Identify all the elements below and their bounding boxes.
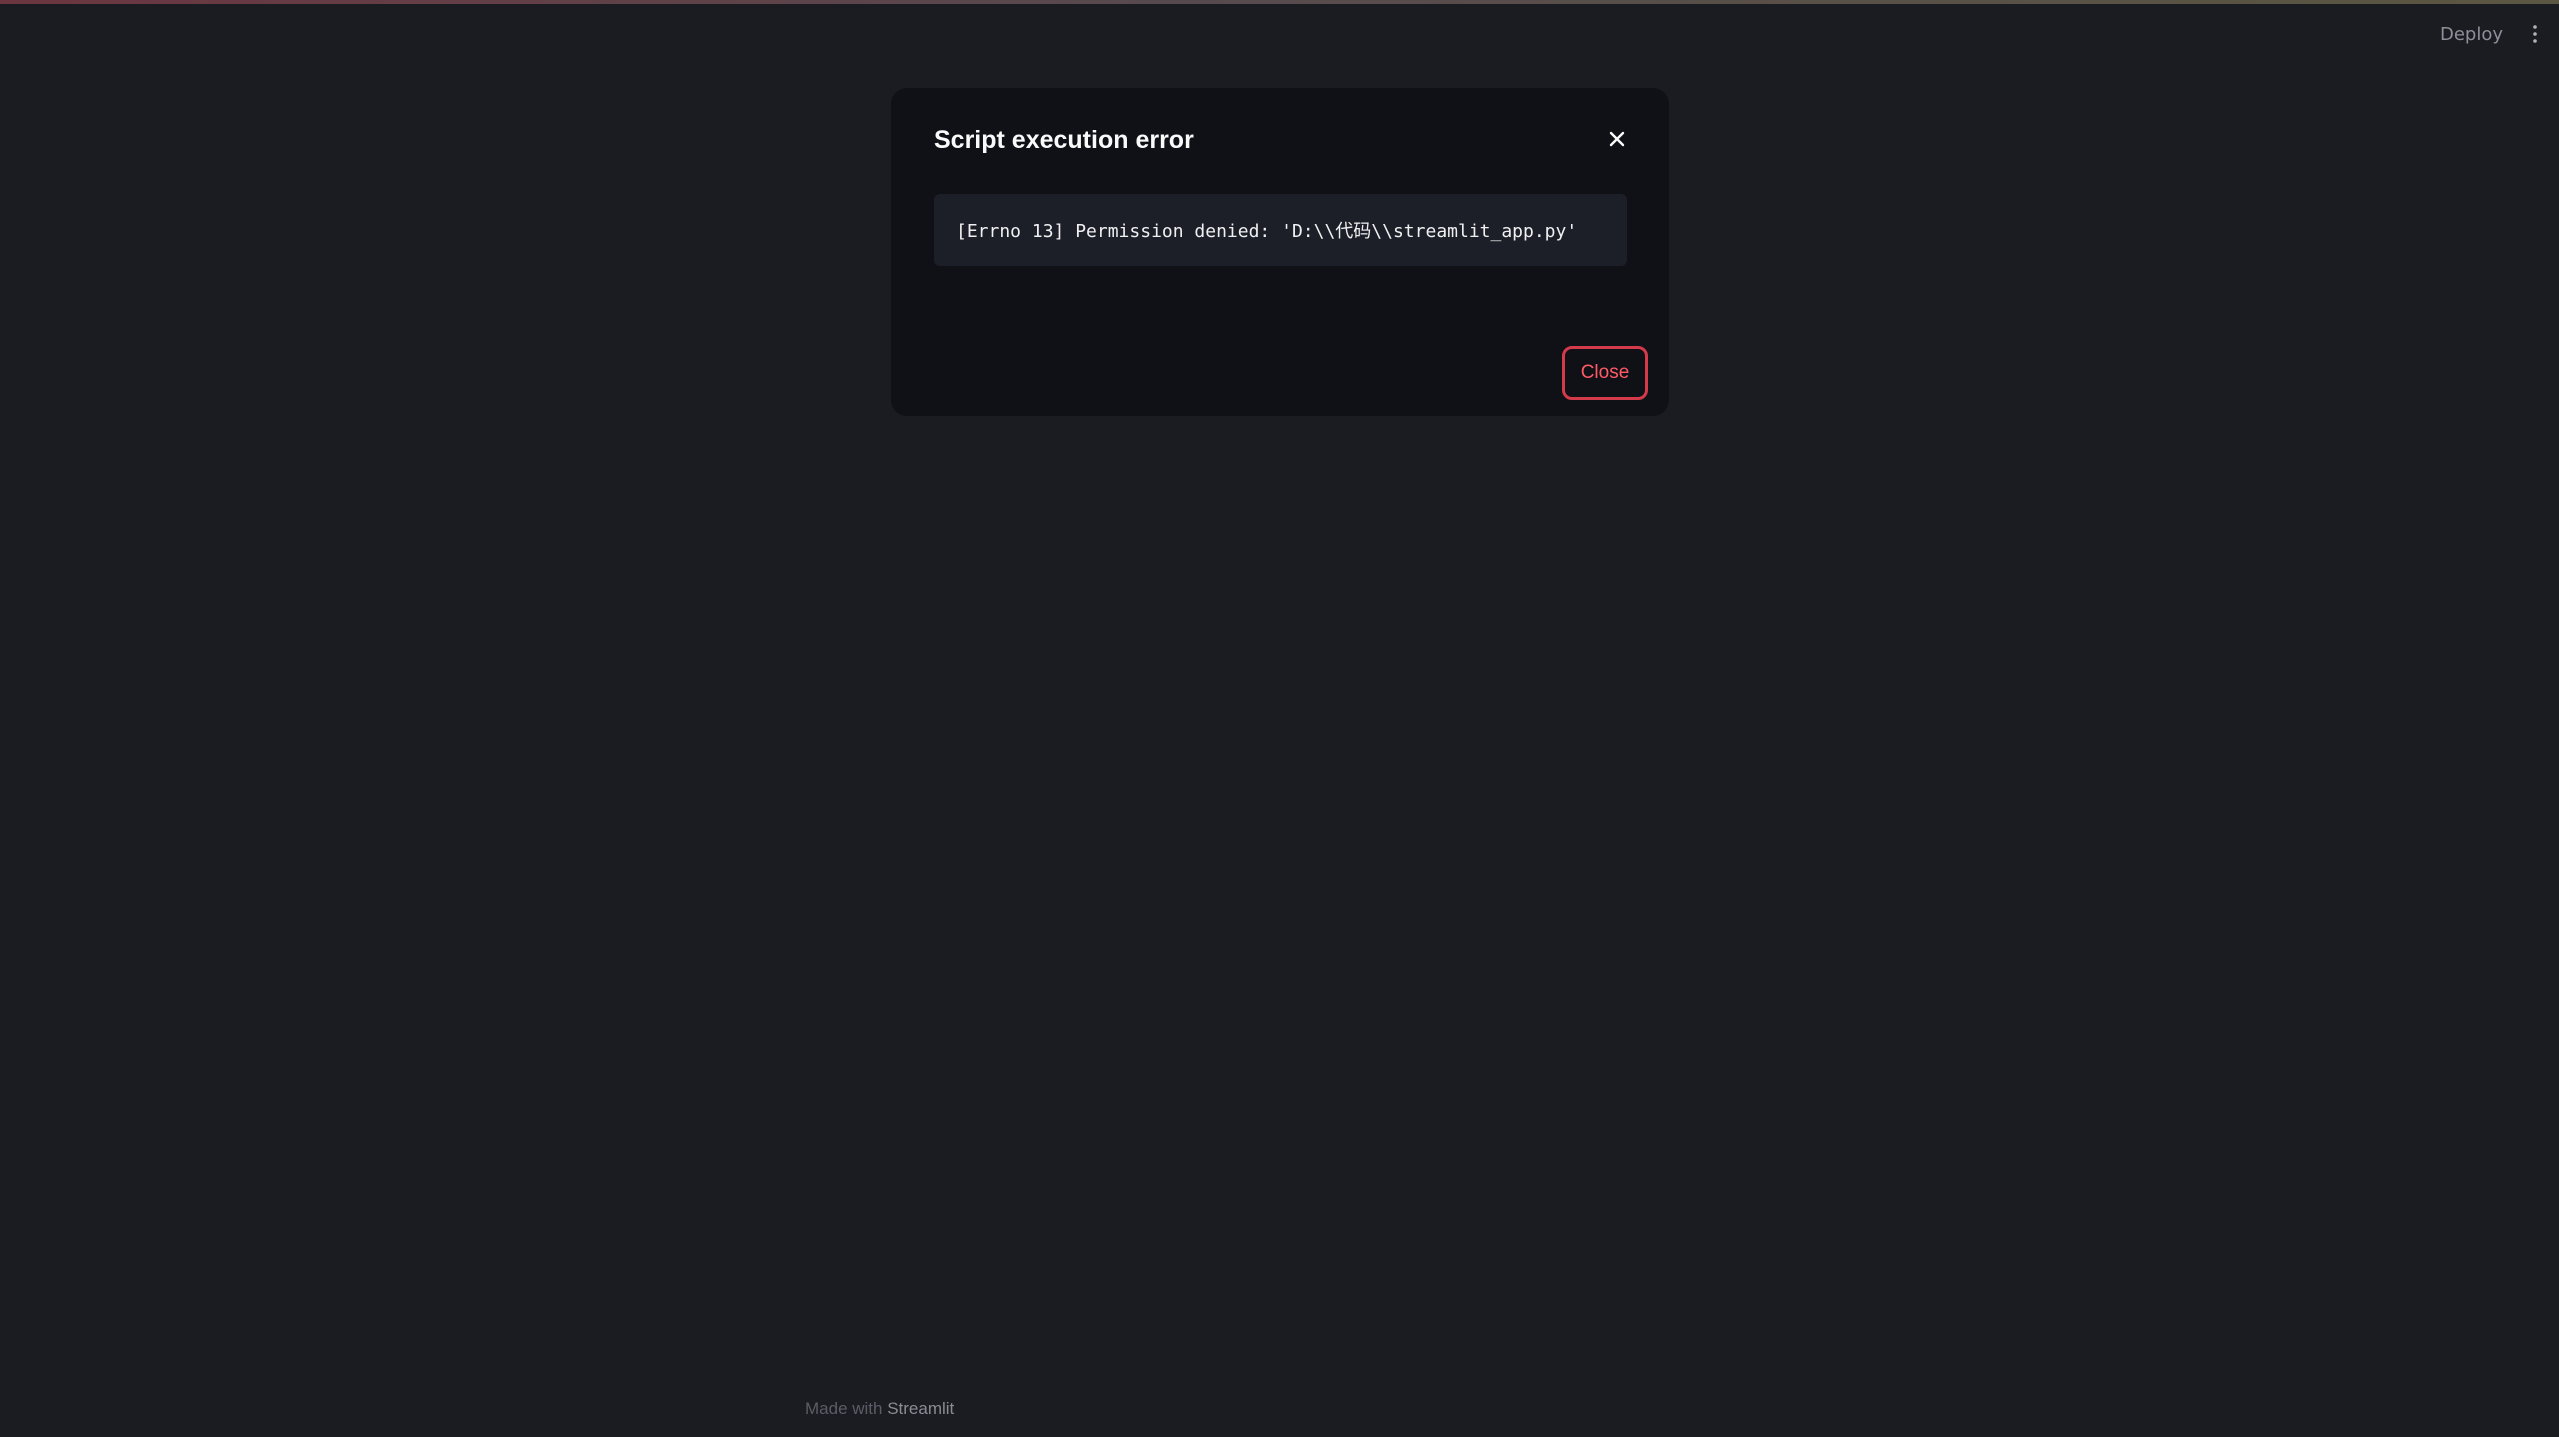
- error-dialog: Script execution error [Errno 13] Permis…: [891, 88, 1669, 416]
- close-icon[interactable]: [1604, 126, 1630, 152]
- close-button[interactable]: Close: [1562, 346, 1648, 400]
- deploy-button[interactable]: Deploy: [2440, 24, 2503, 45]
- kebab-vertical-icon[interactable]: [2525, 16, 2545, 52]
- dialog-title: Script execution error: [934, 126, 1194, 154]
- footer: Made with Streamlit: [805, 1399, 954, 1419]
- footer-made-with: Made with: [805, 1399, 888, 1418]
- top-decoration-bar: [0, 0, 2559, 4]
- footer-brand-link[interactable]: Streamlit: [887, 1399, 954, 1418]
- error-message-box: [Errno 13] Permission denied: 'D:\\代码\\s…: [934, 194, 1627, 266]
- header-toolbar: Deploy: [2440, 16, 2545, 52]
- error-message-text: [Errno 13] Permission denied: 'D:\\代码\\s…: [956, 221, 1578, 242]
